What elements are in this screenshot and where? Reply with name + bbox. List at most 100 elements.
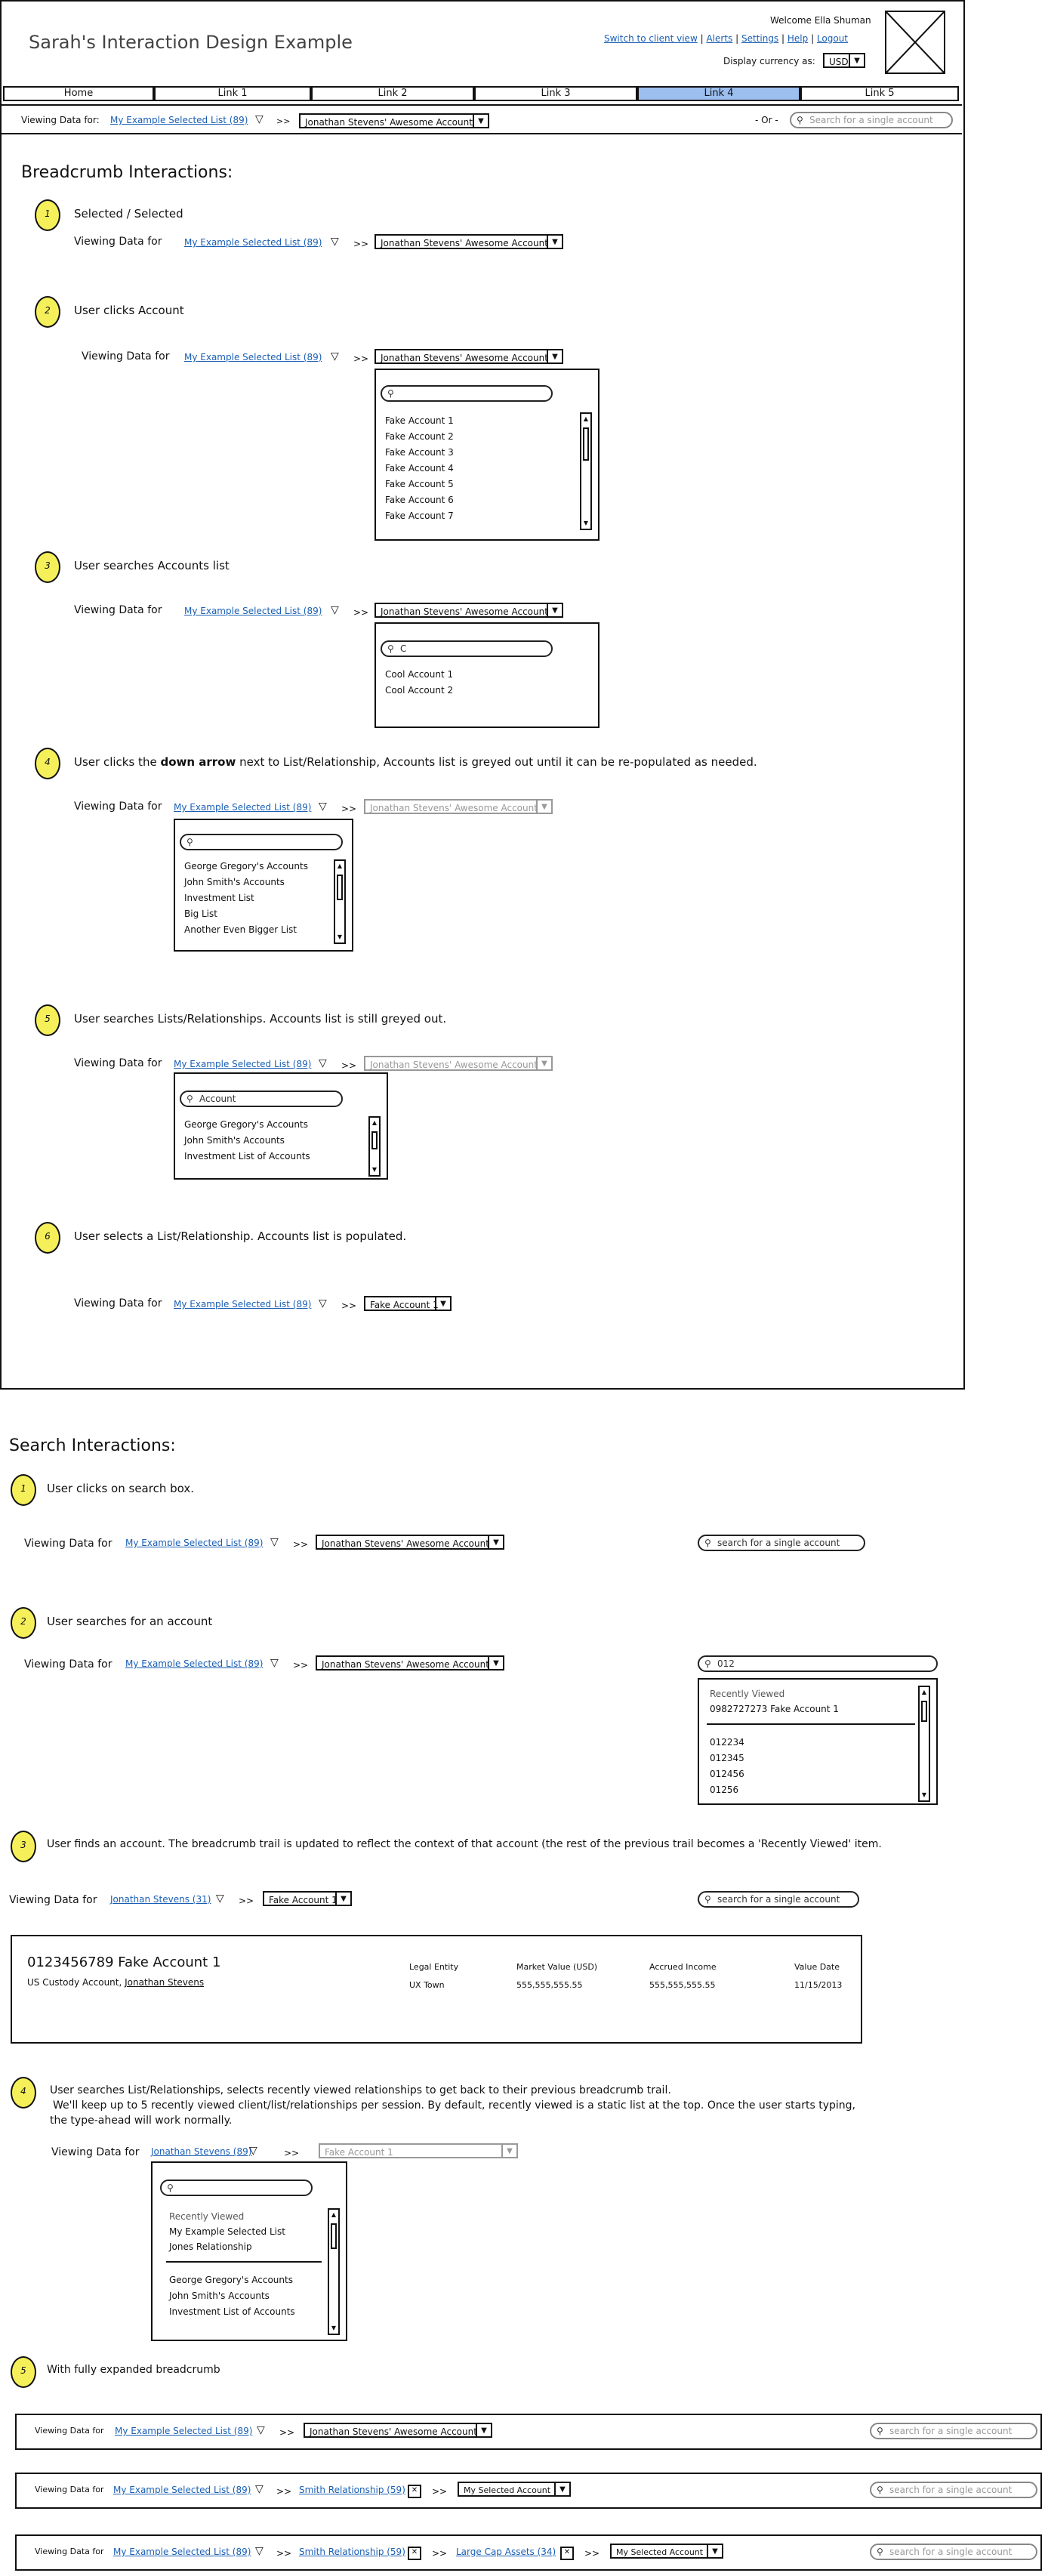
list-item[interactable]: Fake Account 4 — [385, 463, 454, 474]
list-dropdown-arrow-icon[interactable]: ▽ — [319, 1297, 327, 1310]
account-owner-link[interactable]: Jonathan Stevens — [125, 1977, 204, 1988]
account-select[interactable]: Jonathan Stevens' Awesome Account ▼ — [375, 603, 563, 618]
list-item[interactable]: Investment List of Accounts — [169, 2306, 295, 2317]
list-item[interactable]: Fake Account 5 — [385, 479, 454, 489]
list-dropdown-arrow-icon[interactable]: ▽ — [331, 350, 339, 362]
scrollbar[interactable]: ▲ ▼ — [328, 2208, 340, 2335]
account-search-input[interactable]: ⚲ search for a single account — [870, 2544, 1037, 2560]
tab-link-5[interactable]: Link 5 — [800, 86, 959, 101]
list-dropdown-arrow-icon[interactable]: ▽ — [255, 113, 264, 125]
account-select[interactable]: Jonathan Stevens' Awesome Account ▼ — [316, 1535, 504, 1550]
list-item[interactable]: Investment List — [184, 893, 254, 903]
list-filter-input[interactable]: ⚲ Account — [180, 1091, 343, 1107]
list-item[interactable]: 012345 — [710, 1753, 744, 1763]
account-search-input[interactable]: ⚲ search for a single account — [870, 2482, 1037, 2498]
scroll-thumb[interactable] — [331, 2223, 337, 2249]
help-link[interactable]: Help — [788, 33, 808, 44]
list-filter-input[interactable]: ⚲ — [180, 834, 343, 850]
relationship-breadcrumb-link[interactable]: Smith Relationship (59) — [299, 2547, 405, 2557]
list-breadcrumb-link[interactable]: My Example Selected List (89) — [174, 1059, 311, 1069]
alerts-link[interactable]: Alerts — [706, 33, 732, 44]
list-item[interactable]: George Gregory's Accounts — [169, 2275, 293, 2285]
settings-link[interactable]: Settings — [741, 33, 778, 44]
list-breadcrumb-link[interactable]: My Example Selected List (89) — [113, 2485, 251, 2495]
account-filter-input[interactable]: ⚲ C — [381, 640, 553, 657]
client-breadcrumb-link[interactable]: Jonathan Stevens (31) — [110, 1894, 211, 1905]
account-filter-input[interactable]: ⚲ — [381, 385, 553, 402]
scroll-up-icon[interactable]: ▲ — [335, 861, 344, 872]
list-breadcrumb-link[interactable]: My Example Selected List (89) — [110, 115, 248, 125]
list-item[interactable]: 012456 — [710, 1769, 744, 1779]
account-select[interactable]: Jonathan Stevens' Awesome Account ▼ — [316, 1655, 504, 1671]
account-search-input[interactable]: ⚲ 012 — [698, 1655, 938, 1672]
scroll-up-icon[interactable]: ▲ — [920, 1687, 929, 1698]
list-item[interactable]: John Smith's Accounts — [184, 877, 285, 887]
list-dropdown-arrow-icon[interactable]: ▽ — [270, 1657, 279, 1669]
account-select[interactable]: My Selected Account ▼ — [610, 2544, 723, 2559]
list-item[interactable]: Fake Account 2 — [385, 431, 454, 442]
list-dropdown-arrow-icon[interactable]: ▽ — [216, 1893, 224, 1905]
list-dropdown-arrow-icon[interactable]: ▽ — [319, 1057, 327, 1069]
list-dropdown-arrow-icon[interactable]: ▽ — [257, 2424, 265, 2436]
account-select[interactable]: Jonathan Stevens' Awesome Account ▼ — [375, 234, 563, 249]
list-item[interactable]: 0982727273 Fake Account 1 — [710, 1704, 839, 1714]
list-item[interactable]: George Gregory's Accounts — [184, 861, 308, 872]
list-breadcrumb-link[interactable]: My Example Selected List (89) — [125, 1658, 263, 1669]
list-breadcrumb-link[interactable]: Large Cap Assets (34) — [456, 2547, 556, 2557]
scroll-down-icon[interactable]: ▼ — [581, 518, 590, 529]
account-select[interactable]: Jonathan Stevens' Awesome Account ▼ — [375, 349, 563, 364]
list-breadcrumb-link[interactable]: My Example Selected List (89) — [184, 352, 322, 362]
list-breadcrumb-link[interactable]: My Example Selected List (89) — [174, 802, 311, 813]
scroll-down-icon[interactable]: ▼ — [335, 932, 344, 942]
list-dropdown-arrow-icon[interactable]: ▽ — [319, 801, 327, 813]
currency-select[interactable]: USD ▼ — [823, 53, 865, 68]
logout-link[interactable]: Logout — [817, 33, 848, 44]
scroll-up-icon[interactable]: ▲ — [581, 414, 590, 424]
list-breadcrumb-link[interactable]: My Example Selected List (89) — [174, 1299, 311, 1310]
list-item[interactable]: Cool Account 1 — [385, 669, 453, 680]
list-dropdown-arrow-icon[interactable]: ▽ — [255, 2545, 264, 2557]
account-search-input[interactable]: ⚲ search for a single account — [698, 1535, 865, 1551]
account-search-input[interactable]: ⚲ search for a single account — [870, 2423, 1037, 2439]
list-dropdown-arrow-icon[interactable]: ▽ — [270, 1536, 279, 1548]
relationship-breadcrumb-link[interactable]: Smith Relationship (59) — [299, 2485, 405, 2495]
scrollbar[interactable]: ▲ ▼ — [580, 412, 592, 530]
list-item[interactable]: My Example Selected List — [169, 2226, 285, 2237]
scroll-up-icon[interactable]: ▲ — [329, 2210, 338, 2220]
list-dropdown-arrow-icon[interactable]: ▽ — [249, 2145, 257, 2157]
scroll-thumb[interactable] — [337, 875, 343, 900]
tab-link-1[interactable]: Link 1 — [154, 86, 311, 101]
scroll-thumb[interactable] — [583, 427, 589, 461]
list-breadcrumb-link[interactable]: My Example Selected List (89) — [184, 237, 322, 248]
switch-client-view-link[interactable]: Switch to client view — [604, 33, 698, 44]
list-dropdown-arrow-icon[interactable]: ▽ — [255, 2483, 264, 2495]
list-item[interactable]: 012234 — [710, 1737, 744, 1748]
list-breadcrumb-link[interactable]: My Example Selected List (89) — [184, 606, 322, 616]
list-item[interactable]: John Smith's Accounts — [184, 1135, 285, 1146]
list-item[interactable]: Cool Account 2 — [385, 685, 453, 696]
account-search-input[interactable]: ⚲ search for a single account — [698, 1891, 859, 1908]
scrollbar[interactable]: ▲ ▼ — [368, 1116, 381, 1177]
account-select[interactable]: Jonathan Stevens' Awesome Account ▼ — [299, 113, 489, 128]
list-dropdown-arrow-icon[interactable]: ▽ — [331, 236, 339, 248]
close-icon[interactable]: ✕ — [408, 2485, 421, 2498]
list-item[interactable]: Investment List of Accounts — [184, 1151, 310, 1162]
list-item[interactable]: Another Even Bigger List — [184, 924, 297, 935]
list-item[interactable]: Fake Account 1 — [385, 415, 454, 426]
list-item[interactable]: John Smith's Accounts — [169, 2291, 270, 2301]
scroll-down-icon[interactable]: ▼ — [370, 1165, 379, 1175]
account-select[interactable]: My Selected Account ▼ — [458, 2482, 571, 2497]
list-filter-input[interactable]: ⚲ — [160, 2180, 313, 2196]
list-item[interactable]: Jones Relationship — [169, 2241, 252, 2252]
account-search-input[interactable]: ⚲ Search for a single account — [790, 112, 953, 128]
tab-home[interactable]: Home — [3, 86, 154, 101]
scroll-down-icon[interactable]: ▼ — [920, 1790, 929, 1800]
scroll-up-icon[interactable]: ▲ — [370, 1118, 379, 1128]
list-item[interactable]: 01256 — [710, 1785, 738, 1795]
list-dropdown-arrow-icon[interactable]: ▽ — [331, 604, 339, 616]
tab-link-4[interactable]: Link 4 — [637, 86, 800, 101]
account-select[interactable]: Fake Account 1 ▼ — [263, 1891, 352, 1906]
list-item[interactable]: Fake Account 3 — [385, 447, 454, 458]
list-breadcrumb-link[interactable]: My Example Selected List (89) — [125, 1538, 263, 1548]
list-breadcrumb-link[interactable]: My Example Selected List (89) — [115, 2426, 252, 2436]
